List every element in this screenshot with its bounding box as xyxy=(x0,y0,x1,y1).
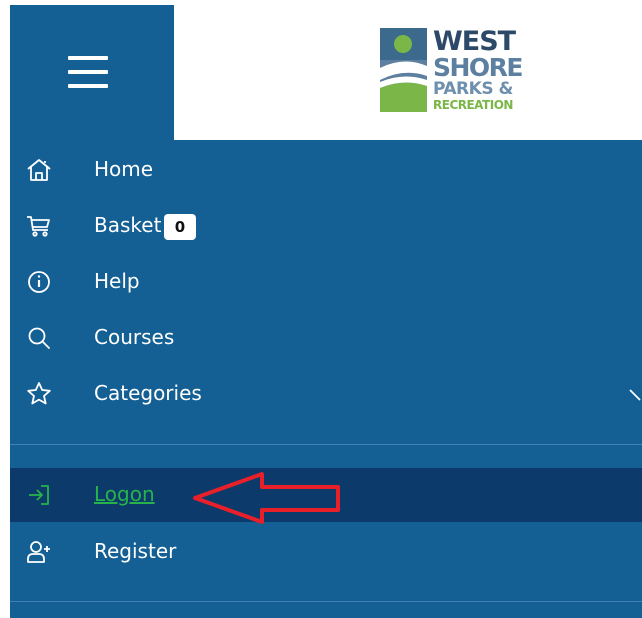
hamburger-menu-button[interactable] xyxy=(58,48,112,96)
logo-badge-icon xyxy=(380,28,427,112)
chevron-down-icon[interactable] xyxy=(628,384,642,404)
west-shore-parks-logo[interactable]: WEST SHORE PARKS & RECREATION xyxy=(380,28,548,113)
menu-item-basket[interactable]: Basket xyxy=(10,199,642,253)
login-icon xyxy=(29,485,49,505)
menu-item-basket-label: Basket xyxy=(94,213,162,237)
logo-text-line2: SHORE xyxy=(433,53,524,82)
search-icon xyxy=(28,327,50,349)
menu-item-courses[interactable]: Courses xyxy=(10,311,642,365)
logo-text-line3: PARKS & xyxy=(433,79,513,99)
menu-item-courses-label: Courses xyxy=(94,325,175,349)
annotation-arrow-icon xyxy=(193,472,340,524)
home-icon xyxy=(27,159,51,181)
menu-item-home-label: Home xyxy=(94,157,154,181)
menu-item-home[interactable]: Home xyxy=(10,143,642,197)
logo-text-line1: WEST xyxy=(433,26,516,57)
menu-item-categories[interactable]: Categories xyxy=(10,367,642,421)
info-icon xyxy=(28,271,50,293)
menu-item-categories-label: Categories xyxy=(94,381,202,405)
add-user-icon xyxy=(27,541,50,563)
basket-count-badge: 0 xyxy=(164,214,196,240)
logo-text-line4: RECREATION xyxy=(433,98,513,112)
menu-item-help[interactable]: Help xyxy=(10,255,642,309)
menu-divider xyxy=(10,444,642,445)
menu-item-help-label: Help xyxy=(94,269,140,293)
menu-item-register[interactable]: Register xyxy=(10,525,642,579)
menu-item-logon-label[interactable]: Logon xyxy=(94,482,155,506)
cart-icon xyxy=(27,216,50,237)
menu-item-register-label: Register xyxy=(94,539,177,563)
menu-divider-bottom xyxy=(10,601,642,602)
star-icon xyxy=(27,382,51,405)
